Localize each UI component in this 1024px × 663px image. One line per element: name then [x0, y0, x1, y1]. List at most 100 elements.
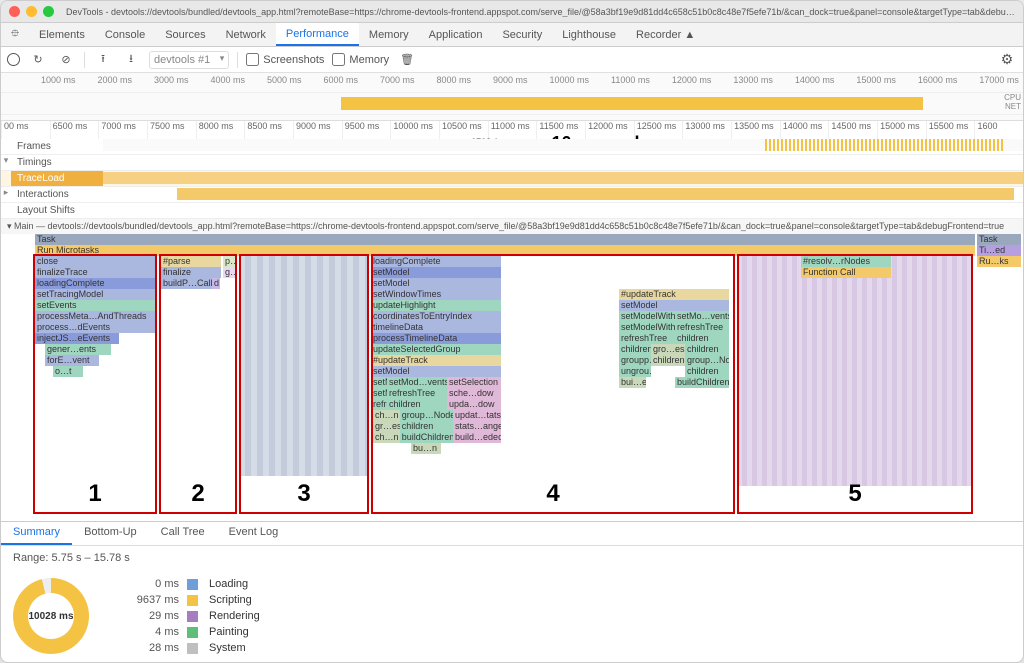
flame-entry[interactable]: setModelWithEvents [371, 377, 387, 388]
trash-button[interactable]: 🗑 [397, 50, 417, 70]
flame-entry[interactable]: bu…n [411, 443, 441, 454]
traceload-row[interactable]: TraceLoad [1, 171, 1023, 187]
tab-summary[interactable]: Summary [1, 522, 72, 545]
flame-entry[interactable]: gener…ents [45, 344, 111, 355]
tab-event-log[interactable]: Event Log [217, 522, 291, 545]
flame-entry[interactable]: process…dEvents [35, 322, 155, 333]
flame-entry[interactable]: #parse [161, 256, 221, 267]
flame-entry[interactable]: setModel [371, 278, 501, 289]
flame-entry[interactable]: ungrou…Nodes [619, 366, 651, 377]
clear-button[interactable]: ⊘ [56, 50, 76, 70]
reload-record-button[interactable]: ↻ [28, 50, 48, 70]
flame-entry[interactable]: refreshTree [675, 322, 729, 333]
flame-entry[interactable]: group…Nodes [685, 355, 729, 366]
flame-entry[interactable]: ch…n [373, 432, 400, 443]
flame-entry[interactable]: processMeta…AndThreads [35, 311, 155, 322]
flame-entry[interactable]: updat…tats [453, 410, 501, 421]
flame-entry[interactable]: children [400, 421, 453, 432]
flame-entry[interactable]: children [685, 344, 729, 355]
close-window-icon[interactable] [9, 6, 20, 17]
flame-entry[interactable]: children [619, 344, 651, 355]
flame-entry[interactable]: setModel [619, 300, 729, 311]
interaction-bar[interactable] [177, 188, 1014, 200]
memory-checkbox[interactable]: Memory [332, 53, 389, 66]
flame-entry[interactable]: group…Nodes [400, 410, 453, 421]
frames-track[interactable]: Frames [1, 139, 1023, 155]
flame-entry[interactable]: coordinatesToEntryIndex [371, 311, 501, 322]
tab-security[interactable]: Security [492, 23, 552, 46]
flame-entry[interactable]: setModel [371, 366, 501, 377]
flame-entry[interactable]: children [675, 333, 729, 344]
tab-memory[interactable]: Memory [359, 23, 419, 46]
flame-entry[interactable]: setTracingModel [35, 289, 155, 300]
flame-entry[interactable]: #updateTrack [619, 289, 729, 300]
settings-icon[interactable]: ⚙ [997, 50, 1017, 70]
flame-entry[interactable]: setModelWithEvents [371, 388, 387, 399]
flame-entry[interactable]: buildP…Calls [161, 278, 212, 289]
flame-col-3[interactable] [239, 256, 369, 476]
tab-elements[interactable]: Elements [29, 23, 95, 46]
overview-ruler[interactable]: 1000 ms2000 ms3000 ms4000 ms5000 ms6000 … [1, 73, 1023, 93]
upload-button[interactable]: ⭱ [93, 50, 113, 70]
flame-entry[interactable]: ch…n [373, 410, 400, 421]
tab-performance[interactable]: Performance [276, 23, 359, 46]
tab-application[interactable]: Application [419, 23, 493, 46]
tab-lighthouse[interactable]: Lighthouse [552, 23, 626, 46]
expand-icon[interactable]: ▸ [1, 187, 11, 202]
flame-entry[interactable]: refreshTree [371, 399, 387, 410]
tab-network[interactable]: Network [216, 23, 276, 46]
flame-entry[interactable]: setModelWithEvents [619, 322, 675, 333]
flame-entry[interactable]: timelineData [371, 322, 501, 333]
flame-entry[interactable]: buildChildren [400, 432, 453, 443]
flame-entry[interactable]: loadingComplete [371, 256, 501, 267]
flame-entry[interactable]: setSelection [447, 377, 501, 388]
screenshots-checkbox[interactable]: Screenshots [246, 53, 324, 66]
record-button[interactable] [7, 53, 20, 66]
inspect-icon[interactable]: ⯐ [1, 25, 29, 44]
flame-entry[interactable]: setMod…vents [387, 377, 447, 388]
flame-entry[interactable]: children [651, 355, 685, 366]
flame-entry[interactable]: o…t [53, 366, 83, 377]
flame-entry[interactable]: d… [212, 278, 220, 289]
flame-entry[interactable]: Task [977, 234, 1021, 245]
flame-entry[interactable]: p… [223, 256, 237, 267]
tab-bottom-up[interactable]: Bottom-Up [72, 522, 149, 545]
session-select[interactable]: devtools #1 [149, 51, 229, 69]
flame-entry[interactable]: finalize [161, 267, 221, 278]
interactions-track[interactable]: ▸ Interactions [1, 187, 1023, 203]
flame-task[interactable]: Task [35, 234, 975, 245]
traceload-bar[interactable] [103, 172, 1023, 184]
timings-track[interactable]: ▾ Timings [1, 155, 1023, 171]
flame-entry[interactable]: Ti…ed [977, 245, 1021, 256]
flame-entry[interactable]: updateHighlight [371, 300, 501, 311]
flame-chart[interactable]: Task Run Microtasks Task Ti…ed Ru…ks clo… [1, 234, 1023, 522]
cpu-overview[interactable]: CPU NET [1, 93, 1023, 115]
flame-entry[interactable]: updateSelectedGroup [371, 344, 501, 355]
flame-entry[interactable]: refreshTree [387, 388, 447, 399]
flame-entry[interactable]: setModel [371, 267, 501, 278]
flame-entry[interactable]: g… [223, 267, 237, 278]
maximize-window-icon[interactable] [43, 6, 54, 17]
tab-console[interactable]: Console [95, 23, 155, 46]
flame-entry[interactable]: gr…es [373, 421, 400, 432]
flame-entry[interactable]: sche…dow [447, 388, 501, 399]
flame-entry[interactable]: setWindowTimes [371, 289, 501, 300]
flame-entry[interactable]: #resolv…rNodes [801, 256, 891, 267]
flame-entry[interactable]: loadingComplete [35, 278, 155, 289]
flame-entry[interactable]: children [387, 399, 447, 410]
expand-icon[interactable]: ▾ [1, 155, 11, 170]
flame-entry[interactable]: forE…vent [45, 355, 99, 366]
flame-entry[interactable]: upda…dow [447, 399, 501, 410]
flame-entry[interactable]: finalizeTrace [35, 267, 155, 278]
download-button[interactable]: ⭳ [121, 50, 141, 70]
flame-entry[interactable]: groupp…Nodes [619, 355, 651, 366]
flame-entry[interactable]: stats…ange [453, 421, 501, 432]
tab-call-tree[interactable]: Call Tree [149, 522, 217, 545]
flame-entry[interactable]: Ru…ks [977, 256, 1021, 267]
layout-shifts-track[interactable]: Layout Shifts [1, 203, 1023, 219]
tab-sources[interactable]: Sources [155, 23, 215, 46]
flame-entry[interactable]: setModelWithEvents [619, 311, 675, 322]
flame-entry[interactable]: gro…es [651, 344, 685, 355]
flame-microtasks[interactable]: Run Microtasks [35, 245, 975, 256]
flame-entry[interactable]: Function Call [801, 267, 891, 278]
